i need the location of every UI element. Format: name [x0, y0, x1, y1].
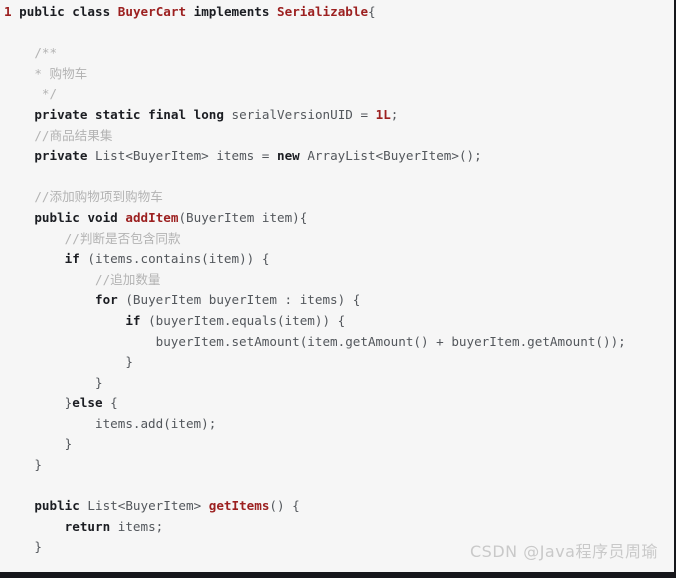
code-line: }	[0, 537, 674, 558]
code-token-punc: {	[368, 4, 376, 19]
code-line: /**	[0, 43, 674, 64]
code-line: }	[0, 434, 674, 455]
code-line: //商品结果集	[0, 126, 674, 147]
line-number: 1	[4, 4, 20, 19]
code-token-plain: List<BuyerItem>	[79, 498, 209, 514]
code-line: }	[0, 455, 674, 476]
code-token-kw: public	[34, 498, 80, 514]
code-token-kw: new	[276, 148, 300, 164]
code-line: //追加数量	[0, 270, 674, 291]
code-surface[interactable]: 1 public class BuyerCart implements Seri…	[0, 0, 674, 572]
code-line: * 购物车	[0, 64, 674, 85]
code-token-plain: buyerItem.setAmount(item.getAmount() + b…	[4, 333, 626, 349]
code-line: public List<BuyerItem> getItems() {	[0, 496, 674, 517]
code-token-plain: }	[4, 395, 73, 411]
code-token-kw: static	[95, 106, 141, 122]
code-token-doc: /**	[4, 45, 58, 61]
code-line: buyerItem.setAmount(item.getAmount() + b…	[0, 332, 674, 353]
code-token-plain: }	[4, 539, 42, 555]
code-token-cmt: //判断是否包含同款	[4, 230, 181, 246]
code-token-plain: }	[4, 436, 73, 452]
code-token-type: Serializable	[277, 4, 369, 19]
code-token-kw: if	[64, 251, 80, 267]
code-token-kw: final	[148, 106, 187, 122]
code-token-plain: (BuyerItem buyerItem : items) {	[117, 292, 361, 308]
code-token-plain: (BuyerItem item){	[178, 209, 308, 225]
code-token-plain: }	[4, 457, 42, 473]
code-token-kw: long	[193, 106, 224, 122]
code-line: if (buyerItem.equals(item)) {	[0, 311, 674, 332]
code-token-type: BuyerCart	[117, 4, 187, 19]
code-token-kw: public	[19, 4, 65, 19]
code-token-plain: serialVersionUID =	[223, 106, 376, 122]
code-token-fn: addItem	[125, 209, 179, 225]
code-token-kw: public	[34, 209, 80, 225]
code-token-fn: getItems	[208, 498, 270, 514]
code-token-plain: ArrayList<BuyerItem>();	[299, 148, 482, 164]
code-token-kw: private	[34, 106, 88, 122]
code-token-punc: ;	[390, 106, 399, 122]
code-line: private List<BuyerItem> items = new Arra…	[0, 146, 674, 167]
code-token-plain: items.add(item);	[4, 415, 217, 431]
code-token-plain: items;	[110, 518, 164, 534]
code-token-kw: void	[87, 209, 118, 225]
code-line: }	[0, 373, 674, 394]
code-line: 1 public class BuyerCart implements Seri…	[0, 2, 674, 23]
code-token-kw: class	[72, 4, 111, 19]
code-line: //判断是否包含同款	[0, 229, 674, 250]
code-line: }	[0, 352, 674, 373]
code-token-kw: private	[34, 148, 88, 164]
code-token-cmt: //添加购物项到购物车	[4, 189, 163, 205]
code-line: for (BuyerItem buyerItem : items) {	[0, 290, 674, 311]
code-token-plain: {	[102, 395, 118, 411]
code-token-num: 1L	[375, 106, 391, 122]
code-line: }else {	[0, 393, 674, 414]
code-token-kw: if	[125, 312, 141, 328]
code-token-doc: * 购物车	[4, 65, 88, 81]
code-token-plain: List<BuyerItem> items =	[87, 148, 277, 164]
code-line: public void addItem(BuyerItem item){	[0, 208, 674, 229]
code-token-plain: }	[4, 354, 133, 370]
code-line: items.add(item);	[0, 414, 674, 435]
code-token-doc: */	[4, 86, 58, 102]
code-snippet-viewer: 1 public class BuyerCart implements Seri…	[0, 0, 676, 578]
code-line: //添加购物项到购物车	[0, 187, 674, 208]
code-line: private static final long serialVersionU…	[0, 105, 674, 126]
code-token-plain: }	[4, 374, 103, 390]
code-line: */	[0, 84, 674, 105]
code-token-plain: (items.contains(item)) {	[79, 251, 270, 267]
code-token-cmt: //追加数量	[4, 271, 161, 287]
code-line: return items;	[0, 517, 674, 538]
code-token-plain: (buyerItem.equals(item)) {	[140, 312, 346, 328]
code-token-kw: for	[95, 292, 118, 308]
code-line: if (items.contains(item)) {	[0, 249, 674, 270]
code-token-plain: () {	[269, 498, 300, 514]
code-token-cmt: //商品结果集	[4, 127, 113, 143]
code-token-kw: return	[64, 518, 111, 534]
code-token-kw: implements	[193, 4, 270, 19]
code-token-kw: else	[72, 395, 103, 411]
